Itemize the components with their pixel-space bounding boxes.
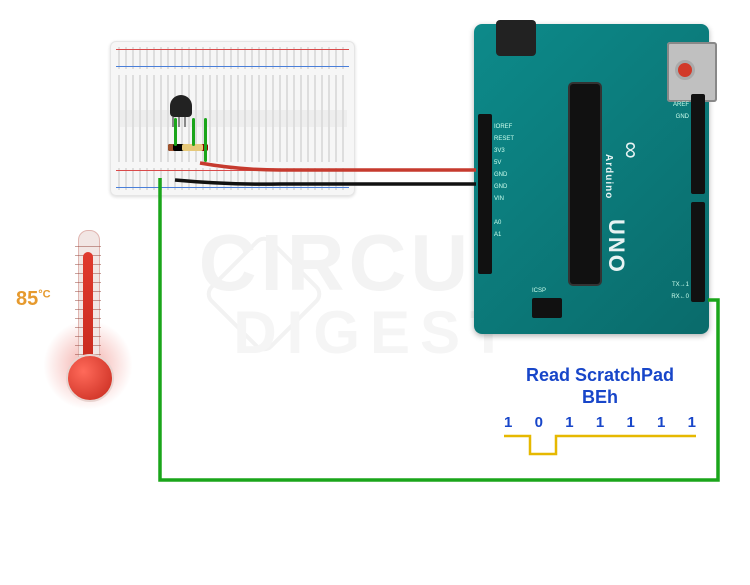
icsp-label: ICSP xyxy=(532,288,546,294)
thermometer-icon xyxy=(48,230,128,420)
breadboard xyxy=(110,41,355,196)
header-digital-low xyxy=(691,202,705,302)
arduino-logo-icon: ∞ xyxy=(617,141,645,158)
icsp-header xyxy=(532,298,562,318)
bit-1: 0 xyxy=(535,414,543,431)
breadboard-power-rail-top xyxy=(118,47,347,69)
signal-title-line2: BEh xyxy=(500,387,700,409)
bit-5: 1 xyxy=(657,414,665,431)
breadboard-power-rail-bottom xyxy=(118,168,347,190)
signal-readout: Read ScratchPad BEh 1 0 1 1 1 1 1 xyxy=(500,365,700,458)
arduino-model-label: UNO xyxy=(603,219,629,274)
breadboard-terminal-strips xyxy=(118,75,347,162)
header-power-analog xyxy=(478,114,492,274)
wiring-diagram: CIRCUIT DIGEST ICSP ∞ Arduino UNO IOREF … xyxy=(0,0,750,585)
temperature-reading: 85°C xyxy=(16,288,51,311)
breadboard-jumper-3 xyxy=(204,118,207,162)
breadboard-jumper-1 xyxy=(174,118,177,146)
bit-0: 1 xyxy=(504,414,512,431)
bit-2: 1 xyxy=(565,414,573,431)
reset-button xyxy=(675,60,695,80)
thermometer-bulb xyxy=(66,354,114,402)
watermark-badge xyxy=(202,232,326,356)
bit-4: 1 xyxy=(626,414,634,431)
temperature-sensor-ds18b20 xyxy=(170,95,192,117)
breadboard-jumper-2 xyxy=(192,118,195,146)
signal-title-line1: Read ScratchPad xyxy=(500,365,700,387)
arduino-brand-label: Arduino xyxy=(603,154,614,199)
bit-6: 1 xyxy=(688,414,696,431)
atmega-chip xyxy=(570,84,600,284)
signal-bits: 1 0 1 1 1 1 1 xyxy=(500,414,700,431)
bit-3: 1 xyxy=(596,414,604,431)
barrel-jack xyxy=(496,20,536,56)
temperature-value: 85 xyxy=(16,288,38,310)
header-digital-high xyxy=(691,94,705,194)
arduino-uno-board: ICSP ∞ Arduino UNO IOREF RESET 3V3 5V GN… xyxy=(474,24,709,334)
temperature-unit: °C xyxy=(38,288,50,300)
signal-waveform xyxy=(500,432,700,458)
